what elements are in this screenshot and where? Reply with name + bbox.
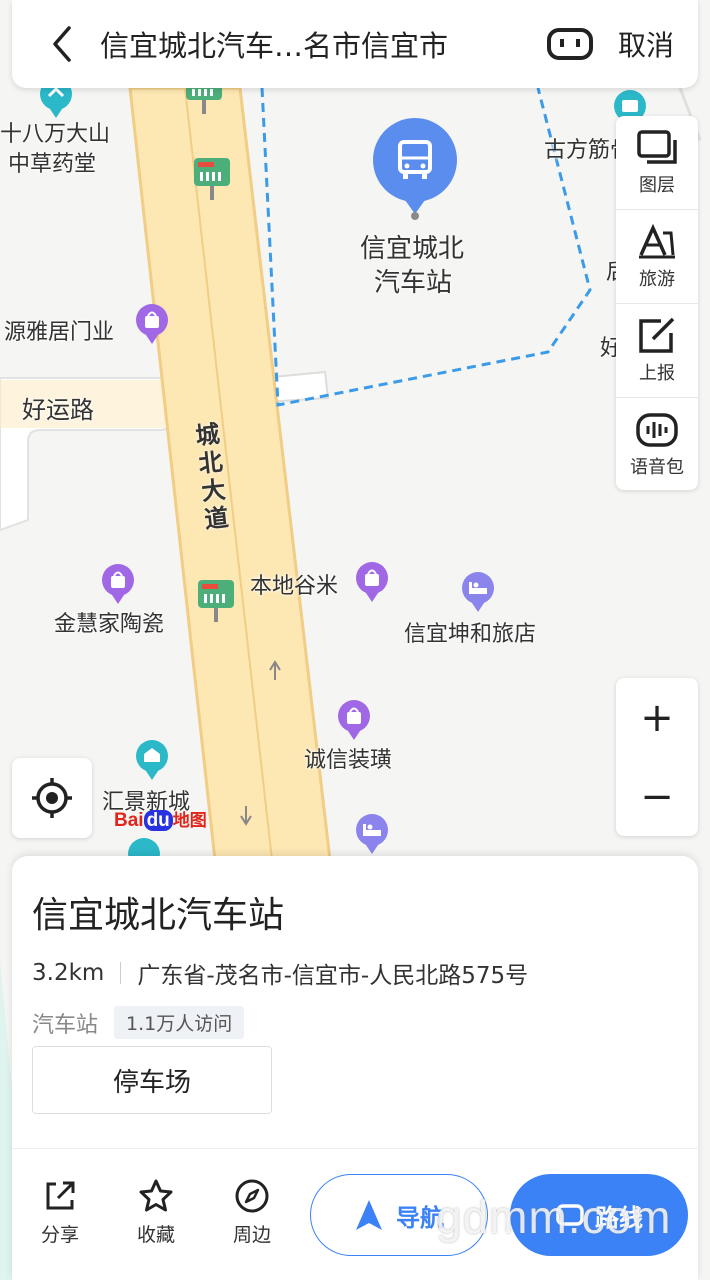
travel-button[interactable]: 旅游 [616,210,698,304]
chevron-left-icon [53,26,71,62]
shop-pin-icon[interactable] [354,562,390,606]
travel-label: 旅游 [639,268,675,290]
voice-icon [546,28,593,60]
poi-label: 诚信装璜 [304,748,393,773]
bus-station-marker[interactable] [372,118,458,222]
nearby-button[interactable]: 周边 [220,1178,284,1247]
place-address: 广东省-茂名市-信宜市-人民北路575号 [137,963,529,989]
share-button[interactable]: 分享 [28,1178,92,1247]
visit-count-badge: 1.1万人访问 [114,1006,245,1039]
parking-button[interactable]: 停车场 [32,1046,272,1114]
poi-label: 源雅居门业 [4,320,115,345]
station-map-label-1: 信宜城北 [360,234,465,264]
layers-button[interactable]: 图层 [616,116,698,210]
map-tools-panel: 图层 旅游 上报 语音包 [616,116,698,490]
nearby-label: 周边 [232,1224,271,1246]
report-button[interactable]: 上报 [616,304,698,398]
hotel-pin-icon[interactable] [354,814,390,858]
navigation-arrow-icon [356,1200,382,1230]
share-icon [46,1181,75,1210]
search-query-text[interactable]: 信宜城北汽车…名市信宜市 [92,23,540,65]
building-pin-icon[interactable] [134,740,170,784]
voice-pack-label: 语音包 [630,457,684,478]
compass-icon [235,1179,269,1213]
bus-stop-icon[interactable] [192,156,232,202]
navigate-button[interactable]: 导航 [310,1174,488,1256]
action-bar: 分享 收藏 周边 导航 路线 [12,1156,698,1280]
shop-pin-icon[interactable] [336,700,372,744]
place-distance: 3.2km [32,960,105,986]
place-name: 信宜城北汽车站 [32,895,285,936]
zoom-out-button[interactable]: − [616,757,698,836]
place-meta: 3.2km 广东省-茂名市-信宜市-人民北路575号 [32,956,528,990]
place-detail-sheet: 信宜城北汽车站 3.2km 广东省-茂名市-信宜市-人民北路575号 汽车站 1… [12,856,698,1280]
bus-stop-icon[interactable] [196,578,236,624]
layers-icon [637,129,677,164]
report-icon [639,317,675,353]
road-label-side: 好运路 [22,396,94,424]
crosshair-icon [32,778,72,818]
zoom-controls: + − [616,678,698,836]
baidu-map-logo: Bai du 地图 [114,810,207,831]
layers-label: 图层 [639,174,675,196]
poi-label: 信宜坤和旅店 [404,622,537,647]
cancel-button[interactable]: 取消 [618,24,674,64]
navigate-label: 导航 [396,1203,444,1232]
poi-label: 十八万大山 [0,122,111,147]
voice-search-button[interactable] [540,0,600,88]
voice-pack-icon [636,413,678,447]
zoom-in-button[interactable]: + [616,678,698,757]
sheet-divider [12,1148,698,1149]
favorite-label: 收藏 [136,1224,175,1246]
favorite-button[interactable]: 收藏 [124,1178,188,1247]
shop-pin-icon[interactable] [100,564,136,608]
travel-icon [639,223,675,258]
place-category: 汽车站 [32,1012,99,1038]
shop-pin-icon[interactable] [134,304,170,348]
poi-label: 中草药堂 [8,152,97,177]
back-button[interactable] [32,0,92,88]
place-tags: 汽车站 1.1万人访问 [32,1006,245,1039]
search-bar: 信宜城北汽车…名市信宜市 取消 [12,0,698,88]
route-label: 路线 [595,1203,643,1232]
share-label: 分享 [40,1224,79,1246]
station-map-label-2: 汽车站 [374,268,453,298]
star-icon [139,1179,173,1212]
poi-label: 金慧家陶瓷 [54,612,165,637]
meta-divider [120,962,122,984]
report-label: 上报 [639,362,675,384]
locate-me-button[interactable] [12,758,92,838]
route-icon [556,1204,584,1226]
hotel-pin-icon[interactable] [460,572,496,616]
voice-pack-button[interactable]: 语音包 [616,398,698,492]
route-button[interactable]: 路线 [510,1174,688,1256]
poi-label: 本地谷米 [250,574,339,599]
